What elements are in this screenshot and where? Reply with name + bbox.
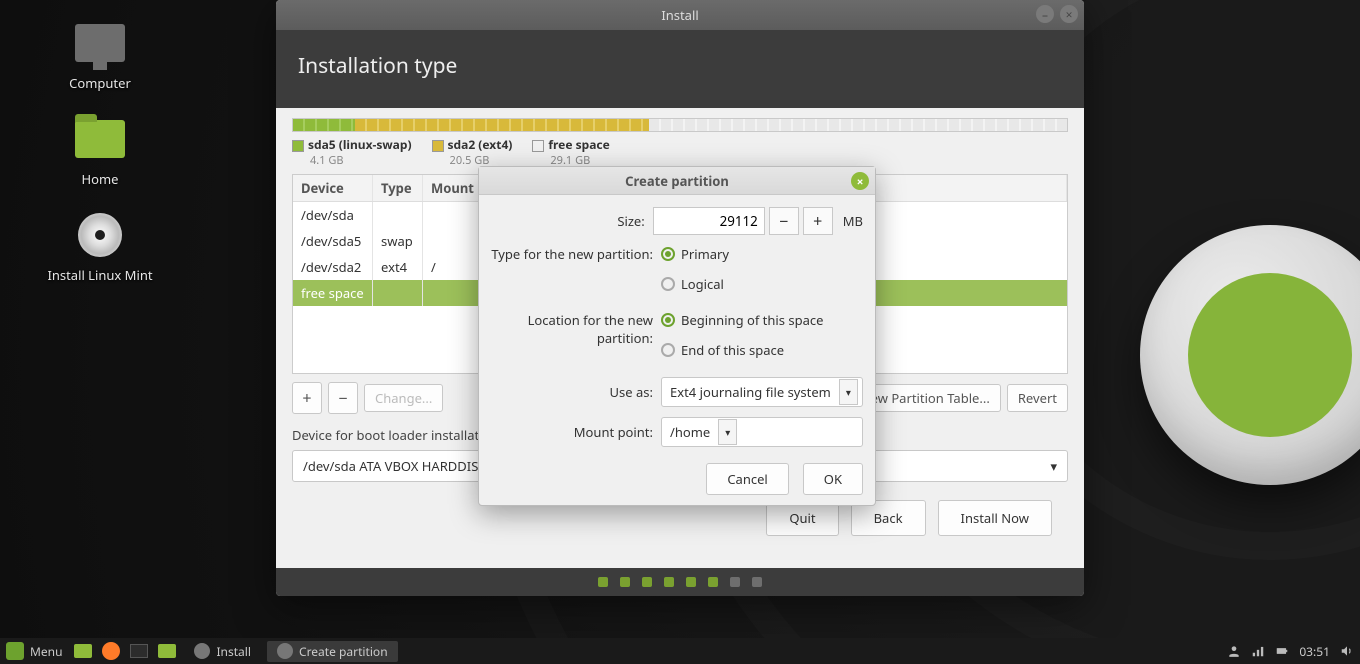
computer-icon [75,24,125,62]
desktop-icon-installer[interactable]: Install Linux Mint [40,212,160,284]
chevron-down-icon: ▾ [1050,457,1057,475]
legend-label: sda2 (ext4) [448,136,513,153]
volume-icon[interactable] [1340,644,1354,658]
partition-segment-free[interactable] [649,119,1067,131]
progress-dots [276,568,1084,596]
install-now-button[interactable]: Install Now [938,500,1052,536]
ok-button[interactable]: OK [803,463,863,495]
create-partition-dialog: Create partition × Size: − + MB Type for… [478,166,876,506]
legend-label: free space [548,136,609,153]
radio-primary[interactable]: Primary [661,245,729,263]
firefox-icon [102,642,120,660]
mount-point-select[interactable]: /home ▾ [661,417,863,447]
col-device[interactable]: Device [293,175,373,201]
radio-logical[interactable]: Logical [661,275,724,293]
show-desktop-button[interactable] [72,641,94,661]
files-launcher[interactable] [156,641,178,661]
terminal-icon [130,644,148,658]
start-menu-button[interactable]: Menu [6,642,62,660]
desktop-icon-label: Install Linux Mint [40,266,160,284]
clock[interactable]: 03:51 [1299,643,1330,660]
add-partition-button[interactable]: + [292,382,322,414]
gear-icon [277,643,293,659]
network-icon[interactable] [1251,644,1265,658]
remove-partition-button[interactable]: − [328,382,358,414]
size-increment-button[interactable]: + [803,207,833,235]
desktop-icon-home[interactable]: Home [40,116,160,188]
page-header: Installation type [276,30,1084,108]
desktop-icon-label: Home [40,170,160,188]
desktop-icon [74,644,92,658]
mount-point-value: /home [670,423,710,441]
legend-label: sda5 (linux-swap) [308,136,412,153]
window-titlebar[interactable]: Install – × [276,0,1084,30]
size-unit: MB [843,212,863,230]
disc-icon [78,213,122,257]
use-as-label: Use as: [491,383,661,401]
partition-location-label: Location for the new partition: [491,311,661,347]
radio-icon [661,313,675,327]
change-partition-button[interactable]: Change... [364,384,443,412]
dialog-titlebar[interactable]: Create partition × [479,167,875,195]
files-icon [158,644,176,658]
firefox-launcher[interactable] [100,641,122,661]
close-button[interactable]: × [1060,5,1078,23]
mount-point-label: Mount point: [491,423,661,441]
folder-icon [75,120,125,158]
radio-icon [661,247,675,261]
chevron-down-icon: ▾ [718,419,737,445]
partition-legend: sda5 (linux-swap)4.1 GB sda2 (ext4)20.5 … [292,136,1068,168]
terminal-launcher[interactable] [128,641,150,661]
page-title: Installation type [298,52,457,80]
radio-icon [661,277,675,291]
battery-icon[interactable] [1275,644,1289,658]
mint-logo-icon [6,642,24,660]
use-as-select[interactable]: Ext4 journaling file system ▾ [661,377,863,407]
menu-label: Menu [30,643,62,660]
gear-icon [194,643,210,659]
legend-size: 4.1 GB [292,153,412,168]
taskbar-task-create-partition[interactable]: Create partition [267,641,398,662]
task-label: Install [216,643,251,660]
dialog-title: Create partition [625,172,729,190]
taskbar: Menu Install Create partition 03:51 [0,638,1360,664]
taskbar-task-install[interactable]: Install [184,641,261,662]
radio-icon [661,343,675,357]
partition-segment-swap[interactable] [293,119,355,131]
partition-bar [292,118,1068,132]
window-title: Install [661,6,698,24]
partition-segment-ext4[interactable] [355,119,649,131]
cancel-button[interactable]: Cancel [706,463,788,495]
radio-end[interactable]: End of this space [661,341,784,359]
size-decrement-button[interactable]: − [769,207,799,235]
use-as-value: Ext4 journaling file system [670,383,831,401]
task-label: Create partition [299,643,388,660]
desktop-icons: Computer Home Install Linux Mint [40,20,200,308]
close-icon[interactable]: × [851,172,869,190]
desktop-icon-computer[interactable]: Computer [40,20,160,92]
partition-type-label: Type for the new partition: [491,245,661,263]
user-icon[interactable] [1227,644,1241,658]
desktop-icon-label: Computer [40,74,160,92]
radio-beginning[interactable]: Beginning of this space [661,311,823,329]
minimize-button[interactable]: – [1036,5,1054,23]
revert-button[interactable]: Revert [1007,384,1068,412]
system-tray: 03:51 [1227,643,1354,660]
chevron-down-icon: ▾ [839,379,858,405]
size-input[interactable] [653,207,765,235]
col-type[interactable]: Type [373,175,423,201]
size-label: Size: [491,212,653,230]
